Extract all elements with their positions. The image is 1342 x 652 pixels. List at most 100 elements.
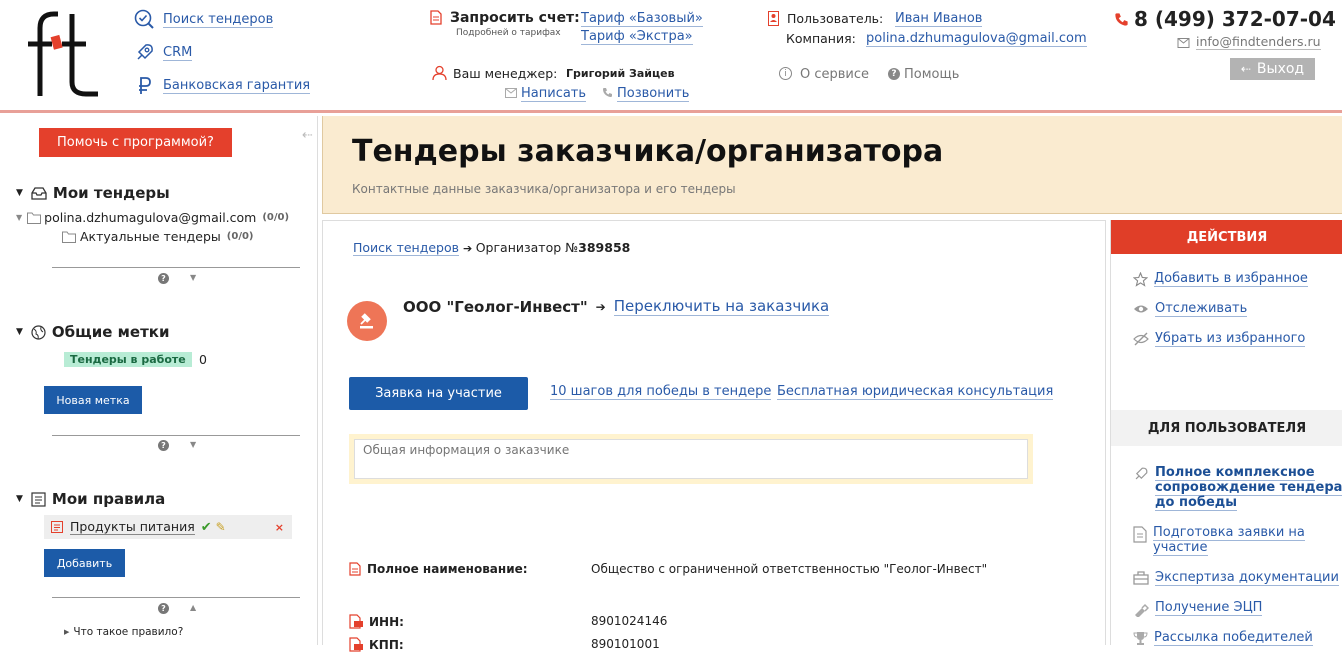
findtenders-logo[interactable] — [22, 8, 102, 98]
add-rule-button[interactable]: Добавить — [44, 549, 125, 577]
what-is-rule-toggle[interactable]: ▶ Что такое правило? — [64, 626, 183, 638]
checkmark-icon[interactable]: ✔ — [201, 520, 212, 535]
ecp-link[interactable]: Получение ЭЦП — [1155, 600, 1342, 616]
remove-favorite-action[interactable]: Убрать из избранного — [1133, 331, 1306, 347]
pencil-icon[interactable]: ✎ — [216, 520, 226, 534]
email-icon — [1177, 38, 1190, 48]
expertise-item[interactable]: Экспертиза документации — [1133, 570, 1342, 586]
application-prep-link[interactable]: Подготовка заявки на участие — [1153, 525, 1342, 556]
tag-in-work[interactable]: Тендеры в работе — [64, 352, 192, 367]
header: Поиск тендеров CRM Банковская гарантия З… — [0, 0, 1342, 113]
nav-bank-label[interactable]: Банковская гарантия — [163, 78, 311, 94]
chevron-down-icon[interactable]: ▼ — [190, 440, 196, 449]
phone-number[interactable]: 8 (499) 372-07-04 — [1134, 7, 1336, 31]
my-tenders-label: Мои тендеры — [52, 184, 170, 202]
winners-mailing-link[interactable]: Рассылка победителей — [1154, 630, 1342, 646]
rule-item[interactable]: Продукты питания ✔ ✎ × — [44, 515, 292, 539]
user-label: Пользователь: — [787, 11, 884, 26]
common-tags-title[interactable]: ▼ Общие метки — [16, 323, 169, 341]
chevron-right-icon: ▶ — [64, 628, 70, 636]
for-user-title: ДЛЯ ПОЛЬЗОВАТЕЛЯ — [1111, 410, 1342, 446]
document-icon — [349, 562, 361, 576]
switch-to-customer-link[interactable]: Переключить на заказчика — [613, 297, 830, 316]
add-favorite-label[interactable]: Добавить в избранное — [1154, 271, 1308, 287]
help-link[interactable]: Помощь — [904, 67, 959, 82]
chevron-up-icon[interactable]: ▲ — [190, 603, 196, 612]
logout-label: Выход — [1256, 61, 1305, 77]
ecp-item[interactable]: Получение ЭЦП — [1133, 600, 1342, 617]
tariff-note[interactable]: Подробней о тарифах — [456, 28, 561, 38]
my-rules-title[interactable]: ▼ Мои правила — [16, 490, 165, 508]
track-label[interactable]: Отслеживать — [1155, 301, 1248, 317]
folder-icon — [27, 212, 42, 224]
current-tenders-folder[interactable]: Актуальные тендеры (0/0) — [62, 229, 254, 244]
account-folder[interactable]: ▼ polina.dzhumagulova@gmail.com (0/0) — [16, 210, 289, 225]
breadcrumb-current-prefix: Организатор № — [475, 240, 579, 255]
tariff-extra-link[interactable]: Тариф «Экстра» — [581, 29, 693, 45]
new-tag-button[interactable]: Новая метка — [44, 386, 142, 414]
customer-info-field[interactable] — [354, 439, 1028, 479]
actions-title: ДЕЙСТВИЯ — [1111, 220, 1342, 254]
nav-bank-guarantee[interactable]: Банковская гарантия — [134, 75, 311, 96]
help-icon[interactable]: ? — [158, 603, 169, 614]
help-icon[interactable]: ? — [158, 273, 169, 284]
manager-label: Ваш менеджер: — [453, 66, 558, 81]
inbox-icon — [31, 187, 47, 200]
phone-icon — [603, 88, 612, 97]
call-link[interactable]: Позвонить — [617, 86, 690, 102]
tariff-basic-link[interactable]: Тариф «Базовый» — [581, 11, 703, 27]
current-tenders-label: Актуальные тендеры — [80, 229, 221, 244]
chevron-down-icon[interactable]: ▼ — [190, 273, 196, 282]
folder-icon — [62, 231, 76, 243]
inn-label-text: ИНН: — [369, 614, 404, 629]
expand-triangle-icon: ▼ — [16, 213, 23, 222]
about-service-link[interactable]: О сервисе — [800, 67, 869, 82]
remove-favorite-label[interactable]: Убрать из избранного — [1155, 331, 1306, 347]
ten-steps-link[interactable]: 10 шагов для победы в тендере — [550, 384, 772, 400]
full-support-item[interactable]: Полное комплексное сопровождение тендера… — [1133, 465, 1342, 511]
organizer-row: ООО "Геолог-Инвест" ➔ Переключить на зак… — [403, 297, 830, 316]
inn-value: 8901024146 — [591, 614, 668, 628]
legal-consult-link[interactable]: Бесплатная юридическая консультация — [777, 384, 1054, 400]
organizer-avatar — [347, 301, 387, 341]
logout-icon: ⇠ — [1240, 62, 1251, 76]
expertise-link[interactable]: Экспертиза документации — [1155, 570, 1342, 586]
application-prep-item[interactable]: Подготовка заявки на участие — [1133, 525, 1342, 556]
help-icon[interactable]: ? — [158, 440, 169, 451]
my-tenders-title[interactable]: ▼ Мои тендеры — [16, 184, 170, 202]
sidebar: Помочь с программой? ⇠ ▼ Мои тендеры ▼ p… — [0, 116, 318, 645]
nav-crm-label[interactable]: CRM — [163, 45, 193, 61]
nav-crm[interactable]: CRM — [134, 42, 193, 63]
nav-search-tenders[interactable]: Поиск тендеров — [134, 9, 274, 30]
breadcrumb-search-link[interactable]: Поиск тендеров — [353, 240, 459, 256]
support-email[interactable]: info@findtenders.ru — [1196, 34, 1321, 50]
help-program-button[interactable]: Помочь с программой? — [39, 128, 232, 157]
document-icon — [1133, 526, 1147, 543]
collapse-sidebar-icon[interactable]: ⇠ — [302, 128, 313, 143]
document-icon — [430, 10, 442, 25]
logout-button[interactable]: ⇠ Выход — [1230, 58, 1315, 80]
main-content: Поиск тендеров ➔ Организатор №389858 ООО… — [322, 220, 1106, 652]
briefcase-icon — [1133, 571, 1149, 585]
rocket-icon — [137, 44, 153, 60]
track-action[interactable]: Отслеживать — [1133, 301, 1248, 317]
globe-icon — [31, 324, 46, 340]
full-name-label-text: Полное наименование: — [367, 562, 528, 576]
my-rules-label: Мои правила — [51, 490, 166, 508]
company-email-link[interactable]: polina.dzhumagulova@gmail.com — [866, 31, 1087, 47]
full-support-link[interactable]: Полное комплексное сопровождение тендера… — [1155, 465, 1342, 511]
add-favorite-action[interactable]: Добавить в избранное — [1133, 271, 1308, 287]
tag-count: 0 — [199, 352, 207, 367]
account-count: (0/0) — [262, 212, 290, 223]
apply-button[interactable]: Заявка на участие — [349, 377, 528, 410]
write-link[interactable]: Написать — [521, 86, 587, 102]
user-name-link[interactable]: Иван Иванов — [895, 11, 983, 27]
winners-mailing-item[interactable]: Рассылка победителей — [1133, 630, 1342, 646]
rule-name[interactable]: Продукты питания — [70, 519, 195, 535]
what-is-rule-label: Что такое правило? — [73, 626, 184, 638]
delete-icon[interactable]: × — [275, 521, 284, 534]
phone-handset-icon — [1115, 13, 1128, 26]
search-icon — [134, 9, 154, 29]
nav-search-label[interactable]: Поиск тендеров — [163, 12, 274, 28]
mail-icon — [505, 88, 517, 98]
